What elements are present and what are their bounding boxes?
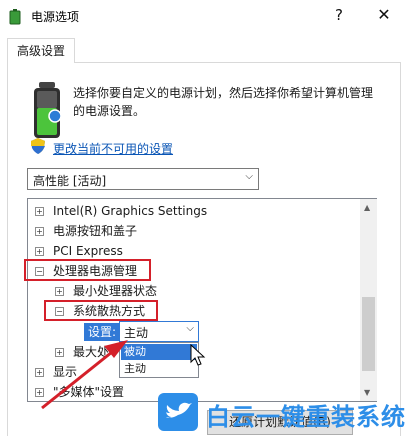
expand-icon[interactable]: +	[35, 207, 44, 216]
expand-icon[interactable]: +	[55, 287, 64, 296]
annotation-highlight-box	[44, 300, 158, 321]
expand-icon[interactable]: +	[55, 348, 64, 357]
expand-icon[interactable]: +	[35, 247, 44, 256]
battery-icon	[34, 82, 62, 138]
option-active[interactable]: 主动	[121, 361, 197, 377]
watermark-text: 白云一键重装系统	[206, 403, 406, 431]
close-button[interactable]: ✕	[370, 2, 398, 28]
power-options-icon	[9, 9, 21, 25]
tree-item-label: 电源按钮和盖子	[53, 224, 138, 238]
intro-description: 选择你要自定义的电源计划，然后选择你希望计算机管理的电源设置。	[73, 86, 374, 118]
tab-advanced-settings[interactable]: 高级设置	[7, 38, 75, 63]
help-button[interactable]: ?	[327, 2, 351, 28]
chevron-down-icon: ⌵	[245, 171, 253, 182]
option-passive[interactable]: 被动	[121, 344, 197, 360]
uac-shield-icon	[31, 138, 45, 154]
window-title: 电源选项	[31, 10, 80, 24]
tree-scrollbar[interactable]: ▲ ▼	[360, 199, 377, 401]
change-unavailable-settings-link[interactable]: 更改当前不可用的设置	[53, 140, 173, 157]
mouse-cursor-icon	[190, 344, 206, 366]
power-plan-select[interactable]: 高性能 [活动] ⌵	[27, 168, 259, 190]
watermark: 白云一键重装系统	[156, 390, 406, 435]
tree-item-label: 最小处理器状态	[73, 284, 158, 298]
expand-icon[interactable]: +	[35, 388, 44, 397]
tree-item-label: 最大处	[73, 345, 110, 359]
annotation-highlight-box	[24, 259, 151, 281]
expand-icon[interactable]: +	[35, 227, 44, 236]
power-plan-value: 高性能 [活动]	[33, 174, 107, 188]
tree-item-label: PCI Express	[53, 244, 123, 258]
tree-item-label: 显示	[53, 365, 78, 379]
setting-label: 设置:	[84, 323, 120, 341]
expand-icon[interactable]: +	[35, 368, 44, 377]
cooling-policy-options[interactable]: 被动 主动	[119, 342, 199, 378]
cooling-policy-value: 主动	[124, 326, 149, 340]
scroll-up-icon[interactable]: ▲	[364, 203, 370, 212]
chevron-down-icon: ⌵	[186, 323, 194, 334]
title-bar: 电源选项 ? ✕	[0, 0, 406, 33]
tree-item-label: "多媒体"设置	[53, 385, 125, 399]
cooling-policy-select[interactable]: 主动 ⌵	[119, 321, 199, 342]
bird-logo-icon	[158, 393, 198, 431]
scroll-thumb[interactable]	[362, 297, 375, 371]
tree-item-label: Intel(R) Graphics Settings	[53, 204, 208, 218]
